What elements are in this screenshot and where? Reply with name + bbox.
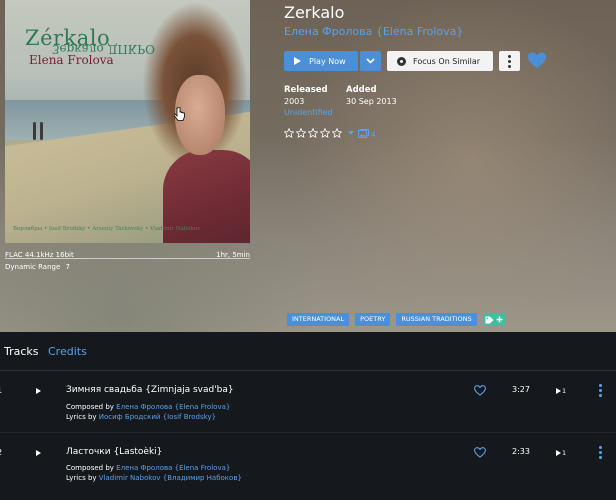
dot	[599, 384, 602, 387]
play-track-icon[interactable]	[36, 450, 41, 456]
dynamic-range-label: Dynamic Range	[5, 263, 61, 271]
track-composer-line: Composed by Елена Фролова {Elena Frolova…	[66, 403, 230, 411]
composer-link[interactable]: Елена Фролова {Elena Frolova}	[116, 464, 230, 472]
dot	[508, 59, 511, 63]
focus-label: Focus On Similar	[413, 56, 481, 66]
tag-icon	[485, 316, 494, 323]
queue-arrow-icon	[556, 450, 561, 456]
track-duration: 2:33	[512, 447, 530, 456]
composed-by-label: Composed by	[66, 464, 114, 472]
queue-button[interactable]: 1	[556, 387, 566, 395]
cover-artist: Elena Frolova	[29, 53, 114, 67]
dot	[599, 451, 602, 454]
added-value: 30 Sep 2013	[346, 97, 397, 106]
added-label: Added	[346, 85, 377, 95]
track-row[interactable]: 2 Ласточки {Lastoèki} Composed by Елена …	[0, 434, 616, 492]
track-row[interactable]: 1 Зимняя свадьба {Zimnjaja svad'ba} Comp…	[0, 372, 616, 430]
released-value: 2003	[284, 97, 305, 106]
track-lyricist-line: Lyrics by Иосиф Бродский {Iosif Brodsky}	[66, 413, 216, 421]
queue-count: 1	[562, 449, 567, 457]
pointer-cursor-icon	[174, 107, 185, 121]
track-number: 1	[0, 386, 2, 395]
reel-icon	[397, 56, 406, 66]
play-track-icon[interactable]	[36, 388, 41, 394]
tag-russian-traditions[interactable]: RUSSIAN TRADITIONS	[396, 313, 477, 326]
focus-on-similar-button[interactable]: Focus On Similar	[387, 51, 493, 71]
divider	[5, 258, 250, 259]
star-icon[interactable]	[320, 128, 330, 138]
tag-poetry[interactable]: POETRY	[355, 313, 391, 326]
dot	[599, 456, 602, 459]
more-options-button[interactable]	[499, 51, 520, 71]
cover-figure	[33, 122, 36, 140]
dot	[599, 389, 602, 392]
divider	[0, 432, 616, 433]
dynamic-range: Dynamic Range 7	[5, 263, 70, 271]
tab-bar: Tracks Credits	[0, 332, 616, 371]
favorite-heart-icon[interactable]	[527, 51, 547, 71]
dynamic-range-value: 7	[65, 263, 70, 271]
images-link[interactable]: 4	[358, 129, 376, 139]
plus-icon	[496, 316, 503, 323]
track-favorite-heart-icon[interactable]	[474, 447, 486, 458]
lyrics-by-label: Lyrics by	[66, 413, 97, 421]
star-icon[interactable]	[296, 128, 306, 138]
image-count: 4	[371, 129, 376, 139]
images-icon	[358, 129, 369, 138]
rating-stars[interactable]	[284, 128, 354, 138]
track-title: Зимняя свадьба {Zimnjaja svad'ba}	[66, 385, 234, 395]
cover-credits: Верлибры • Iosif Brodsky • Arseniy Tarko…	[13, 226, 201, 232]
cover-figure	[40, 122, 43, 140]
album-header: Zérkalo Зеркало ДПКРО Elena Frolova Верл…	[0, 0, 616, 332]
unidentified-link[interactable]: Unidentified	[284, 108, 333, 117]
queue-arrow-icon	[556, 388, 561, 394]
track-duration: 3:27	[512, 385, 530, 394]
lyrics-by-label: Lyrics by	[66, 474, 97, 482]
lyricist-link[interactable]: Vladimir Nabokov {Владимир Набоков}	[99, 474, 242, 482]
dot	[508, 64, 511, 68]
star-icon[interactable]	[332, 128, 342, 138]
track-title: Ласточки {Lastoèki}	[66, 447, 163, 457]
tab-credits[interactable]: Credits	[48, 345, 87, 358]
album-artist-link[interactable]: Елена Фролова {Elena Frolova}	[284, 25, 463, 38]
track-more-button[interactable]	[599, 384, 602, 397]
tag-list: INTERNATIONAL POETRY RUSSIAN TRADITIONS	[287, 313, 505, 326]
queue-button[interactable]: 1	[556, 449, 566, 457]
star-icon[interactable]	[308, 128, 318, 138]
play-icon	[294, 57, 301, 65]
play-options-dropdown[interactable]	[360, 51, 381, 71]
track-composer-line: Composed by Елена Фролова {Elena Frolova…	[66, 464, 230, 472]
queue-count: 1	[562, 387, 567, 395]
rating-caret-icon[interactable]	[348, 131, 354, 135]
composed-by-label: Composed by	[66, 403, 114, 411]
add-tag-button[interactable]	[482, 313, 505, 326]
album-cover[interactable]: Zérkalo Зеркало ДПКРО Elena Frolova Верл…	[5, 0, 250, 243]
star-icon[interactable]	[284, 128, 294, 138]
album-title: Zerkalo	[284, 3, 345, 22]
dot	[599, 394, 602, 397]
play-now-button[interactable]: Play Now	[284, 51, 358, 71]
chevron-down-icon	[366, 58, 375, 64]
composer-link[interactable]: Елена Фролова {Elena Frolova}	[116, 403, 230, 411]
track-lyricist-line: Lyrics by Vladimir Nabokov {Владимир Наб…	[66, 474, 242, 482]
dot	[599, 446, 602, 449]
track-more-button[interactable]	[599, 446, 602, 459]
released-label: Released	[284, 85, 328, 95]
tab-tracks[interactable]: Tracks	[4, 345, 39, 358]
track-number: 2	[0, 448, 2, 457]
tag-international[interactable]: INTERNATIONAL	[287, 313, 350, 326]
track-favorite-heart-icon[interactable]	[474, 385, 486, 396]
play-now-label: Play Now	[309, 56, 346, 66]
dot	[508, 54, 511, 58]
lyricist-link[interactable]: Иосиф Бродский {Iosif Brodsky}	[99, 413, 216, 421]
